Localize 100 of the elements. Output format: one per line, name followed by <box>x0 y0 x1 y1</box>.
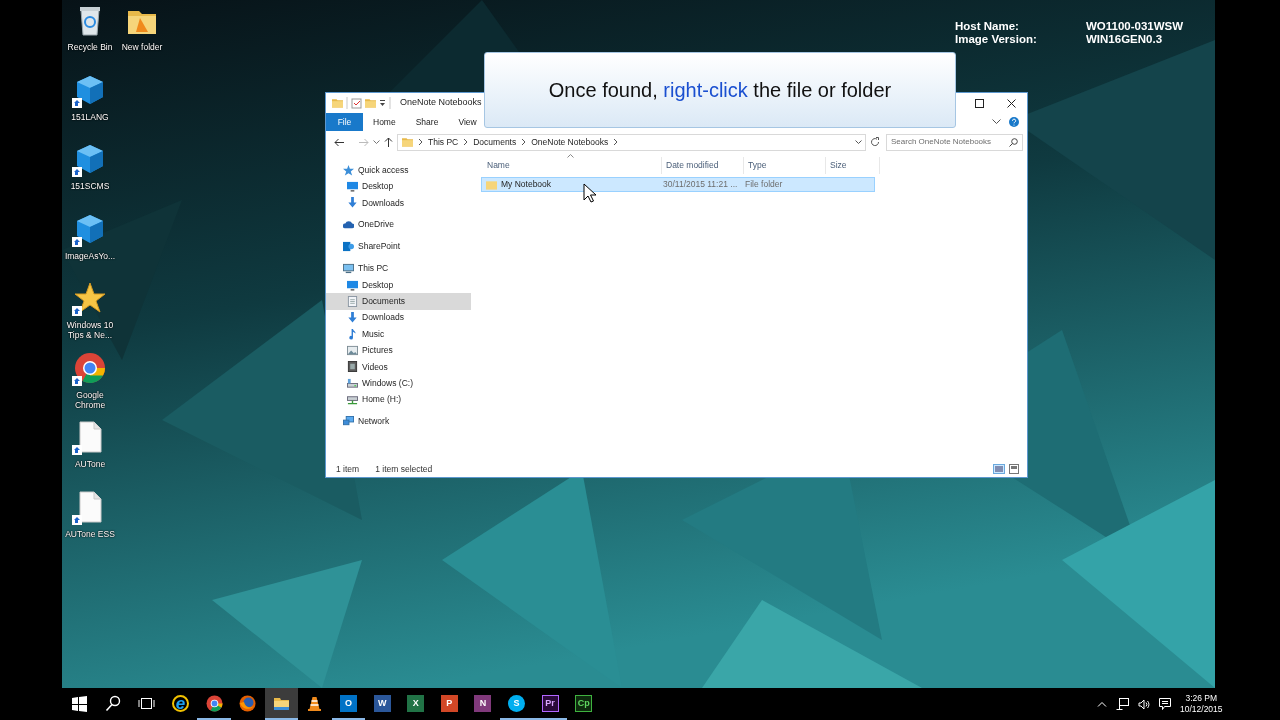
nav-item[interactable]: Downloads <box>326 309 471 326</box>
cloud-icon <box>343 219 354 231</box>
search-field[interactable]: Search OneNote Notebooks <box>891 136 1009 148</box>
chevron-up-icon[interactable] <box>1097 701 1107 707</box>
column-header[interactable]: Size <box>826 157 880 174</box>
music-note-icon <box>347 328 358 340</box>
speaker-icon[interactable] <box>1138 698 1150 710</box>
icon-label[interactable]: 151LANG <box>71 111 109 122</box>
breadcrumb-link[interactable]: OneNote Notebooks <box>531 135 609 149</box>
taskbar-button[interactable] <box>264 688 299 720</box>
tiles-view-icon[interactable] <box>1009 464 1019 474</box>
nav-item[interactable]: Downloads <box>326 194 471 212</box>
info-value: WO1100-031WSW <box>1086 20 1184 33</box>
refresh-icon[interactable] <box>870 137 880 147</box>
search-box[interactable]: Search OneNote Notebooks <box>886 133 1023 151</box>
taskbar-button[interactable]: X <box>398 688 433 720</box>
taskbar-button[interactable]: P <box>432 688 467 720</box>
icon-label[interactable]: Recycle Bin <box>67 42 113 52</box>
monitor-icon <box>347 181 358 193</box>
chevron-down-icon[interactable] <box>373 139 380 145</box>
icon-label[interactable]: Windows 10 Tips & Ne... <box>64 320 116 340</box>
fox-globe-icon <box>239 694 257 712</box>
icon-label[interactable]: AUTone <box>74 459 106 469</box>
network-icon <box>343 416 354 428</box>
cube-icon[interactable] <box>74 73 106 106</box>
network-icon[interactable] <box>1116 698 1129 710</box>
icon-label[interactable]: 151SCMS <box>70 181 110 191</box>
nav-item[interactable]: Pictures <box>326 342 471 359</box>
traffic-cone-icon <box>306 694 324 712</box>
file-name: My Notebook <box>501 178 552 191</box>
instruction-callout: Once found, right-click the file or folder <box>484 52 956 128</box>
drive-icon <box>347 377 358 389</box>
window-title: OneNote Notebooks <box>400 96 482 110</box>
nav-item[interactable]: Desktop <box>326 178 471 195</box>
monitor-icon <box>347 279 358 291</box>
notification-icon[interactable] <box>1159 698 1171 710</box>
search-icon <box>1009 137 1018 147</box>
document-icon <box>347 295 358 307</box>
nav-item[interactable]: Quick access <box>326 162 471 179</box>
breadcrumb-link[interactable]: Documents <box>473 135 517 149</box>
taskbar-button[interactable]: N <box>466 688 500 720</box>
icon-label[interactable]: AUTone ESS <box>65 528 115 539</box>
properties-icon[interactable] <box>351 97 362 109</box>
back-arrow-icon[interactable] <box>334 137 345 147</box>
chevron-right-icon[interactable] <box>463 138 469 146</box>
chevron-right-icon[interactable] <box>613 138 619 146</box>
nav-item[interactable]: OneDrive <box>326 216 471 234</box>
nav-item[interactable]: Windows (C:) <box>326 375 471 392</box>
sharepoint-icon <box>343 241 354 253</box>
nav-item[interactable]: This PC <box>326 260 471 277</box>
status-text: 1 item <box>336 462 360 476</box>
nav-item[interactable]: Documents <box>326 293 471 310</box>
computer-icon <box>343 263 354 275</box>
chevron-right-icon[interactable] <box>418 138 423 146</box>
icon-label[interactable]: Google Chrome <box>64 389 116 410</box>
icon-label[interactable]: New folder <box>121 42 163 52</box>
icon-label[interactable]: ImageAsYo... <box>64 250 116 261</box>
chevron-down-icon[interactable] <box>992 119 1001 125</box>
taskbar-button[interactable]: Cp <box>566 688 601 720</box>
column-header[interactable]: Type <box>744 157 826 174</box>
ribbon-tab[interactable]: Home <box>363 113 406 131</box>
chevron-down-icon[interactable] <box>855 139 862 145</box>
file-menu-button[interactable]: File <box>326 113 363 131</box>
windows-logo-icon <box>71 694 89 712</box>
status-text: 1 item selected <box>375 462 433 476</box>
info-label: Host Name: <box>955 20 1020 33</box>
nav-item[interactable]: SharePoint <box>326 238 471 255</box>
taskbar-button[interactable]: W <box>365 688 399 720</box>
star-icon[interactable] <box>74 282 106 314</box>
column-header[interactable]: Name <box>483 157 662 174</box>
nav-item[interactable]: Videos <box>326 358 471 376</box>
maximize-icon <box>974 98 984 108</box>
chevron-right-icon[interactable] <box>521 138 527 146</box>
browser-icon[interactable] <box>74 351 106 384</box>
up-arrow-icon[interactable] <box>384 137 393 147</box>
star-icon <box>343 164 354 176</box>
ribbon-tab[interactable]: Share <box>405 113 449 131</box>
nav-item[interactable]: Home (H:) <box>326 391 471 408</box>
folder-icon <box>486 179 497 190</box>
address-bar[interactable]: This PC Documents OneNote Notebooks <box>397 133 866 151</box>
taskbar-button[interactable]: Pr <box>533 688 567 720</box>
cube-icon[interactable] <box>74 212 106 245</box>
taskbar-button[interactable]: e <box>163 688 198 720</box>
nav-item[interactable]: Desktop <box>326 276 471 294</box>
clock[interactable]: 3:26 PM 10/12/2015 <box>1180 693 1223 715</box>
details-view-icon[interactable] <box>993 464 1005 474</box>
column-header[interactable]: Date modified <box>662 157 744 174</box>
breadcrumb-link[interactable]: This PC <box>428 135 459 149</box>
cube-icon[interactable] <box>74 143 106 175</box>
type-text: File folder <box>745 178 783 191</box>
help-icon[interactable] <box>1009 117 1019 127</box>
dropdown-icon[interactable] <box>379 99 386 107</box>
file-row[interactable]: My Notebook 30/11/2015 11:21 ... File folder <box>481 177 875 192</box>
date-text: 30/11/2015 11:21 ... <box>663 178 738 191</box>
folder-icon <box>402 137 413 147</box>
nav-item[interactable]: Network <box>326 413 471 430</box>
picture-icon <box>347 345 358 357</box>
nav-item[interactable]: Music <box>326 326 471 343</box>
ribbon-tab[interactable]: View <box>448 113 487 131</box>
taskbar-button[interactable]: O <box>331 688 366 720</box>
